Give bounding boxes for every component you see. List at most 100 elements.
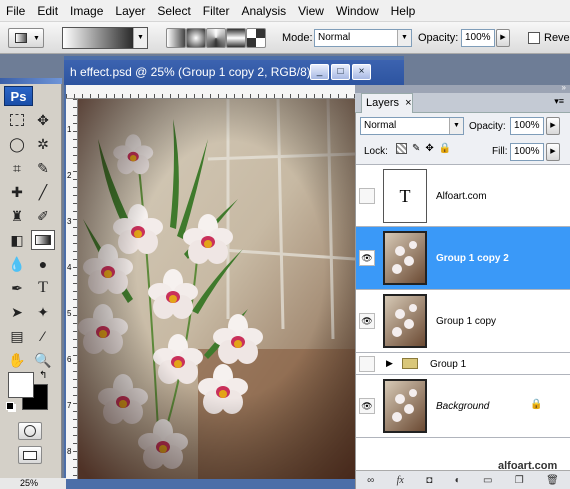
menu-image[interactable]: Image [64,0,109,22]
layers-footer: ∞ fx ◘ ◐ ▭ ❐ 🗑 [356,470,570,489]
visibility-toggle-empty[interactable] [359,188,375,204]
reverse-checkbox[interactable] [528,32,540,44]
layer-opacity-slider-button[interactable]: ▶ [546,117,560,135]
horizontal-ruler [66,85,355,99]
fill-slider-button[interactable]: ▶ [546,143,560,161]
magic-wand-tool-icon[interactable]: ✲ [31,134,55,154]
layer-thumbnail [383,294,427,348]
default-colors-icon[interactable] [6,402,14,410]
shape-tool-icon[interactable]: ✦ [31,302,55,322]
chevron-down-icon: ▼ [449,118,463,134]
lasso-tool-icon[interactable]: ◯ [5,134,29,154]
hand-tool-icon[interactable]: ✋ [5,350,29,370]
mode-select[interactable]: Normal ▼ [314,29,412,47]
layer-row-group-1-copy-2[interactable]: 👁 Group 1 copy 2 [356,227,570,290]
layer-name: Group 1 copy [436,316,497,327]
expand-group-icon[interactable]: ▶ [386,358,393,369]
fill-label: Fill: [492,146,508,157]
tab-layers[interactable]: Layers × [361,93,413,113]
close-icon[interactable]: × [405,97,411,109]
foreground-color-swatch-top[interactable] [8,372,34,398]
document-title: h effect.psd @ 25% (Group 1 copy 2, RGB/… [70,65,311,79]
orchid-photo [78,99,355,479]
toolbox-grip[interactable] [0,78,62,84]
healing-brush-tool-icon[interactable]: ✚ [5,182,29,202]
panel-menu-icon[interactable]: ▾≡ [554,96,564,107]
lock-pixels-icon[interactable]: ✎ [412,143,420,154]
radial-gradient-button[interactable] [186,28,206,48]
reflected-gradient-button[interactable] [226,28,246,48]
mode-value: Normal [318,32,351,43]
menu-bar: File Edit Image Layer Select Filter Anal… [0,0,570,22]
type-tool-icon[interactable]: T [31,278,55,298]
clone-stamp-tool-icon[interactable]: ♜ [5,206,29,226]
slice-tool-icon[interactable]: ✎ [31,158,55,178]
delete-layer-icon[interactable]: 🗑 [546,475,559,486]
brush-tool-icon[interactable]: ╱ [31,182,55,202]
layer-row-alfoart[interactable]: T Alfoart.com [356,164,570,227]
eyedropper-tool-icon[interactable]: ⁄ [31,326,55,346]
dodge-tool-icon[interactable]: ● [31,254,55,274]
opacity-slider-button[interactable]: ▶ [496,29,510,47]
crop-tool-icon[interactable]: ⌗ [5,158,29,178]
screen-mode-button[interactable] [18,446,42,464]
pen-tool-icon[interactable]: ✒ [5,278,29,298]
menu-layer[interactable]: Layer [109,0,151,22]
eye-icon[interactable]: 👁 [359,398,375,414]
link-layers-icon[interactable]: ∞ [367,475,374,486]
menu-view[interactable]: View [292,0,330,22]
layer-thumbnail [383,379,427,433]
layer-row-group-1[interactable]: ▶ Group 1 [356,353,570,375]
menu-help[interactable]: Help [385,0,422,22]
menu-filter[interactable]: Filter [197,0,236,22]
tool-preset-picker[interactable]: ▼ [8,28,44,48]
panel-header[interactable]: » [355,83,570,93]
notes-tool-icon[interactable]: ▤ [5,326,29,346]
path-selection-tool-icon[interactable]: ➤ [5,302,29,322]
opacity-input[interactable]: 100% [461,29,495,47]
swap-colors-icon[interactable]: ↰ [39,370,47,381]
blend-mode-select[interactable]: Normal ▼ [360,117,464,135]
gradient-tool-icon [15,33,27,43]
lock-transparency-icon[interactable] [396,143,407,154]
lock-position-icon[interactable]: ✥ [425,143,433,154]
status-bar: 25% [0,478,66,489]
options-bar: ▼ ▼ Mode: Normal ▼ Opacity: 100% ▶ Rever [0,22,570,54]
menu-window[interactable]: Window [330,0,385,22]
gradient-picker[interactable]: ▼ [62,27,148,49]
new-group-icon[interactable]: ▭ [483,475,492,486]
menu-select[interactable]: Select [151,0,196,22]
move-tool-icon[interactable]: ✥ [31,110,55,130]
zoom-level[interactable]: 25% [20,478,38,489]
history-brush-tool-icon[interactable]: ✐ [31,206,55,226]
visibility-toggle-empty[interactable] [359,356,375,372]
gradient-tool-icon[interactable] [31,230,55,250]
quick-mask-button[interactable] [18,422,42,440]
eye-icon[interactable]: 👁 [359,250,375,266]
layer-style-icon[interactable]: fx [397,475,404,486]
eye-icon[interactable]: 👁 [359,313,375,329]
layer-row-group-1-copy[interactable]: 👁 Group 1 copy [356,290,570,353]
layer-opacity-input[interactable]: 100% [510,117,544,135]
add-mask-icon[interactable]: ◘ [426,475,432,486]
angle-gradient-button[interactable] [206,28,226,48]
marquee-tool-icon[interactable] [5,110,29,130]
maximize-icon[interactable]: □ [331,64,350,80]
close-icon[interactable]: × [352,64,371,80]
layer-row-background[interactable]: 👁 Background 🔒 [356,375,570,438]
zoom-tool-icon[interactable]: 🔍 [31,350,55,370]
document-canvas[interactable] [78,99,355,479]
blur-tool-icon[interactable]: 💧 [5,254,29,274]
minimize-icon[interactable]: _ [310,64,329,80]
linear-gradient-button[interactable] [166,28,186,48]
eraser-tool-icon[interactable]: ◧ [5,230,29,250]
menu-edit[interactable]: Edit [31,0,64,22]
new-layer-icon[interactable]: ❐ [515,475,524,486]
collapse-panel-icon[interactable]: » [562,83,566,92]
adjustment-layer-icon[interactable]: ◐ [455,475,461,486]
menu-analysis[interactable]: Analysis [235,0,292,22]
diamond-gradient-button[interactable] [246,28,266,48]
fill-input[interactable]: 100% [510,143,544,161]
lock-all-icon[interactable]: 🔒 [439,143,451,154]
menu-file[interactable]: File [0,0,31,22]
